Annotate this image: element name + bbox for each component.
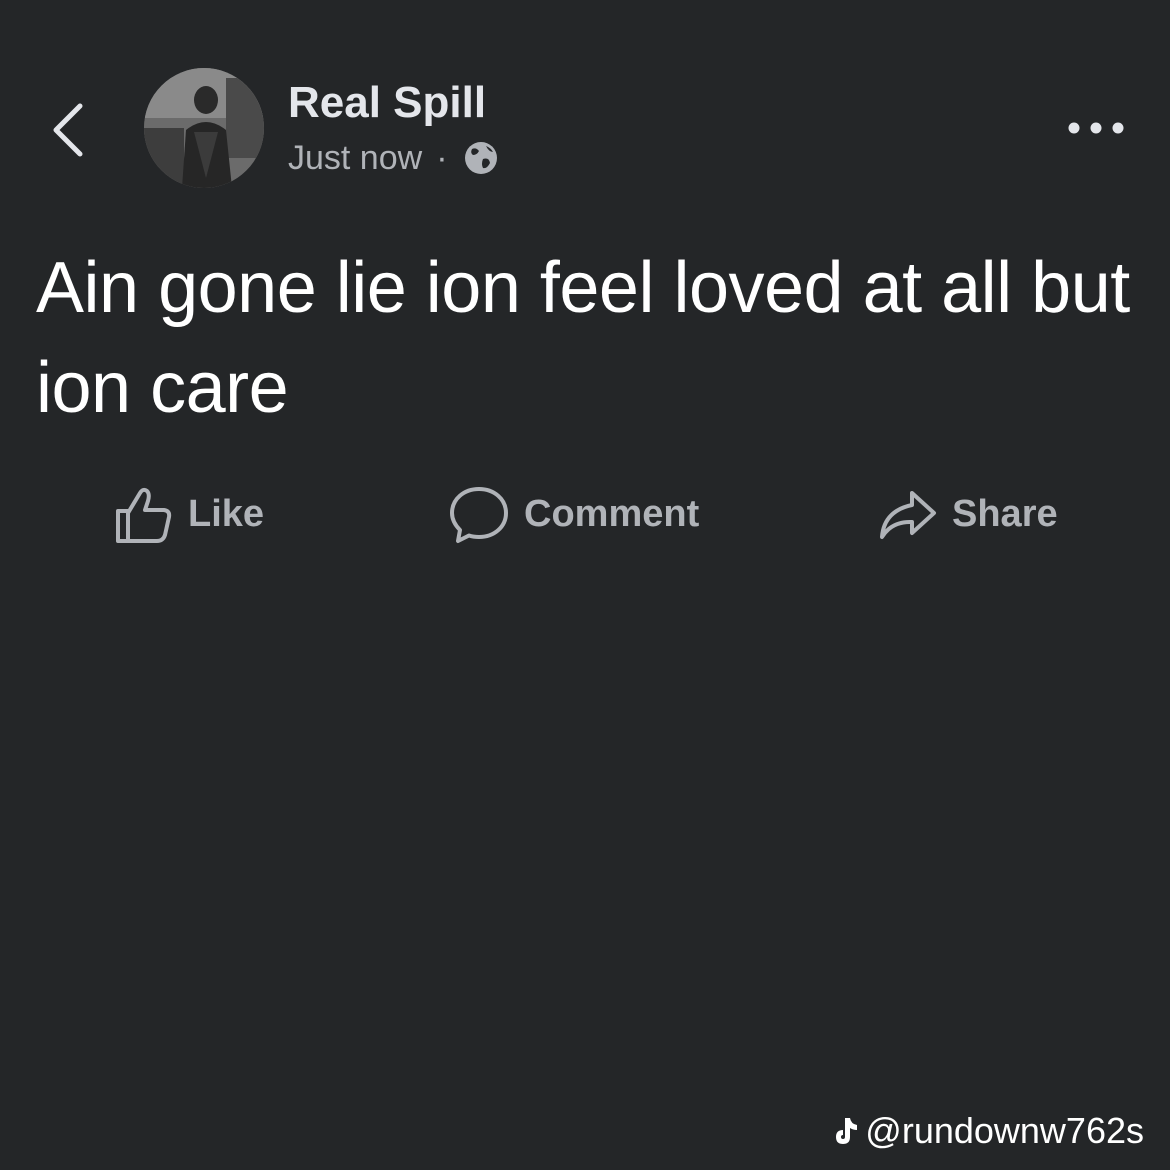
tiktok-watermark: @rundownw762s <box>831 1106 1144 1156</box>
watermark-handle: @rundownw762s <box>865 1110 1144 1151</box>
share-arrow-icon <box>876 483 938 545</box>
comment-button[interactable]: Comment <box>448 476 699 552</box>
thumbs-up-icon <box>112 483 174 545</box>
author-name[interactable]: Real Spill <box>288 78 486 128</box>
avatar[interactable] <box>144 68 264 188</box>
post-meta: Just now · <box>288 134 500 182</box>
avatar-photo <box>144 68 264 188</box>
like-label: Like <box>188 492 265 535</box>
back-button[interactable] <box>40 92 100 168</box>
comment-label: Comment <box>524 492 700 535</box>
more-horizontal-icon <box>1068 122 1124 134</box>
post-action-bar: Like Comment Share <box>0 476 1170 552</box>
post-text: Ain gone lie ion feel loved at all but i… <box>36 248 1130 428</box>
more-options-button[interactable] <box>1060 108 1132 148</box>
tiktok-icon <box>831 1114 861 1148</box>
chevron-left-icon <box>53 103 83 157</box>
post-timestamp: Just now <box>288 138 423 177</box>
like-button[interactable]: Like <box>112 476 264 552</box>
meta-separator: · <box>436 138 448 177</box>
share-label: Share <box>952 492 1058 535</box>
comment-icon <box>448 483 510 545</box>
globe-icon <box>462 139 500 177</box>
share-button[interactable]: Share <box>876 476 1058 552</box>
